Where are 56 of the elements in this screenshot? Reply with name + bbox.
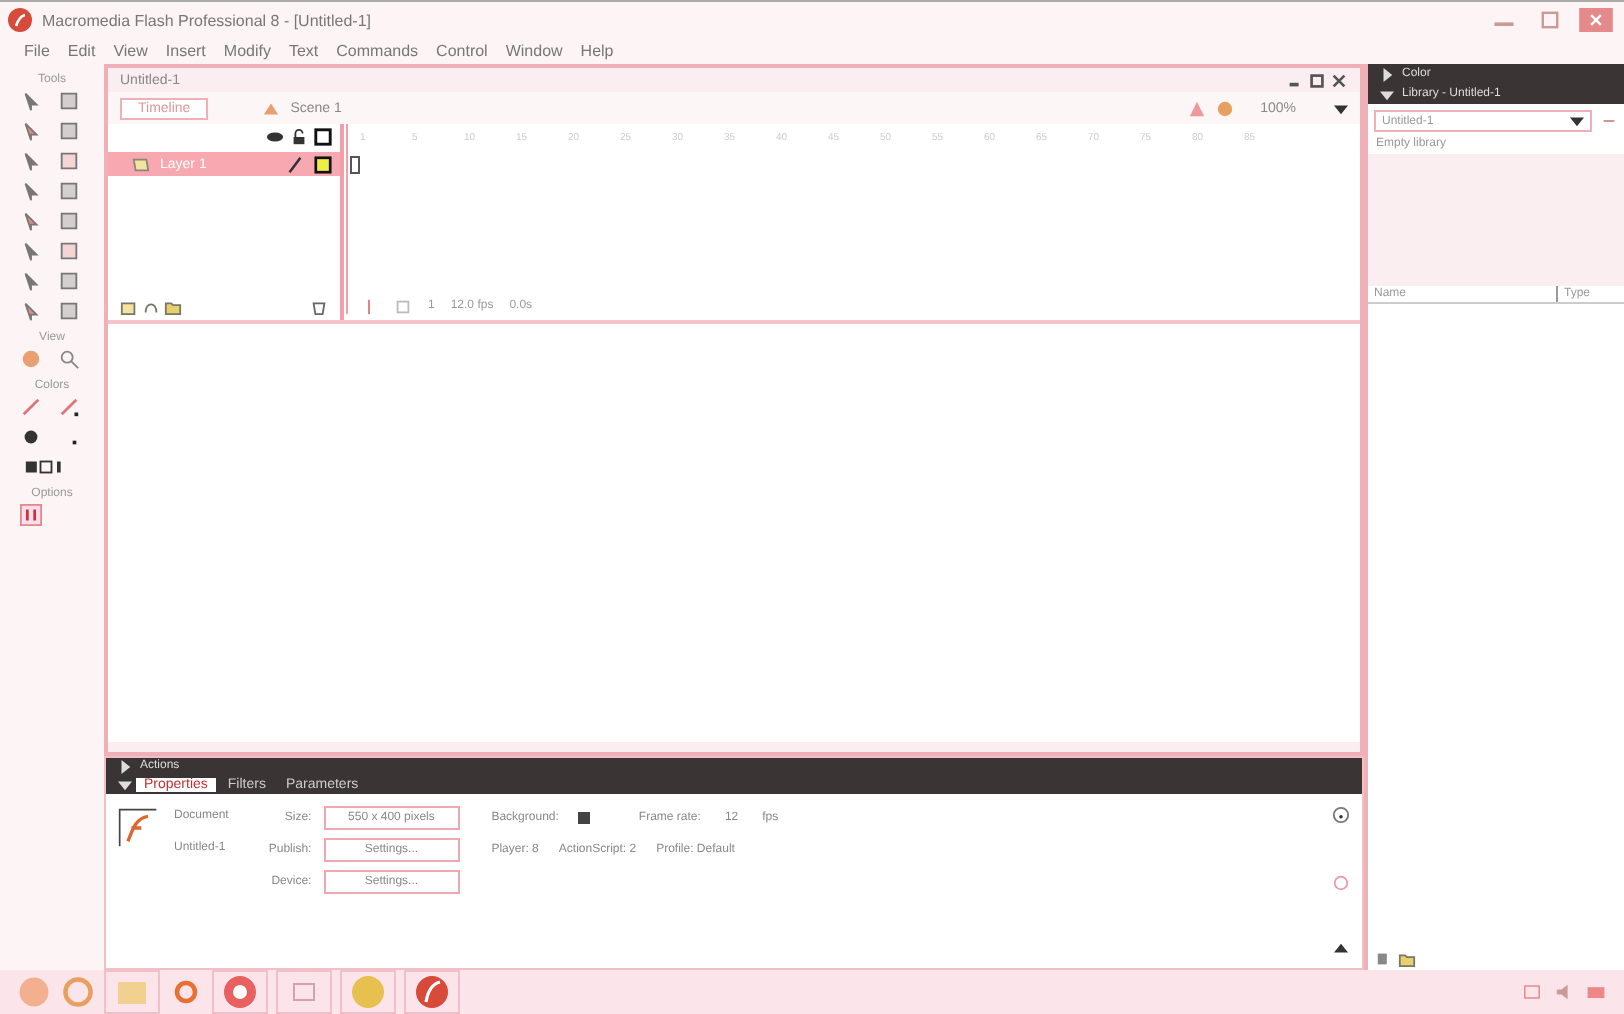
menu-item[interactable]: Window (505, 42, 563, 60)
background-swatch[interactable] (578, 812, 591, 824)
tool-icon[interactable] (20, 300, 42, 322)
keyframe[interactable] (350, 156, 360, 174)
lock-icon[interactable] (290, 128, 308, 146)
expand-arrow-icon (118, 759, 132, 773)
menu-item[interactable]: View (113, 42, 148, 60)
menu-item[interactable]: File (24, 42, 50, 60)
tool-icon[interactable] (20, 270, 42, 292)
add-layer-icon[interactable] (120, 297, 138, 315)
collapse-arrow-icon (118, 777, 132, 791)
tool-icon[interactable] (58, 90, 80, 112)
tool-icon[interactable] (58, 270, 80, 292)
tool-icon[interactable] (58, 300, 80, 322)
tool-icon[interactable] (20, 90, 42, 112)
menu-item[interactable]: Text (288, 42, 319, 60)
flash-document-icon (118, 806, 158, 850)
tool-icon[interactable] (20, 180, 42, 202)
tool-icon[interactable] (58, 240, 80, 262)
dropdown-arrow-icon[interactable] (1334, 101, 1348, 115)
scene-icon (262, 99, 281, 117)
tool-icon[interactable] (20, 120, 42, 142)
circle-icon[interactable] (1332, 874, 1350, 892)
tool-icon[interactable] (58, 120, 80, 142)
tool-icon[interactable] (58, 180, 80, 202)
collapse-arrow-icon (1380, 87, 1394, 101)
dropdown-arrow-icon (1570, 114, 1584, 128)
tool-icon[interactable] (58, 210, 80, 232)
restore-icon[interactable] (1308, 71, 1326, 89)
layer-color-icon[interactable] (314, 155, 332, 173)
window-title: Macromedia Flash Professional 8 - [Untitled-1] (42, 11, 372, 29)
close-icon[interactable] (1330, 71, 1348, 89)
outline-icon[interactable] (314, 128, 332, 146)
trash-icon[interactable] (310, 297, 328, 315)
tool-icon[interactable] (20, 150, 42, 172)
zoom-icon[interactable] (58, 348, 80, 370)
tool-icon[interactable] (20, 210, 42, 232)
menu-item[interactable]: Help (580, 42, 614, 60)
menu-item[interactable]: Modify (223, 42, 271, 60)
expand-arrow-icon (1380, 67, 1394, 81)
pencil-icon[interactable] (58, 396, 80, 418)
help-icon[interactable] (1332, 806, 1350, 824)
eye-icon[interactable] (266, 128, 284, 146)
tool-icon[interactable] (20, 240, 42, 262)
menu-item[interactable]: Edit (67, 42, 96, 60)
layer-icon (132, 155, 150, 173)
menu-item[interactable]: Control (436, 42, 488, 60)
pencil-icon (286, 155, 304, 173)
menu-item[interactable]: Insert (165, 42, 206, 60)
horizontal-scrollbar[interactable] (108, 742, 1360, 752)
tool-icon[interactable] (58, 150, 80, 172)
collapse-arrow-icon[interactable] (1334, 942, 1348, 956)
folder-icon[interactable] (164, 297, 182, 315)
menu-item[interactable]: Commands (336, 42, 419, 60)
app-icon (8, 8, 32, 32)
pencil-icon[interactable] (20, 396, 42, 418)
